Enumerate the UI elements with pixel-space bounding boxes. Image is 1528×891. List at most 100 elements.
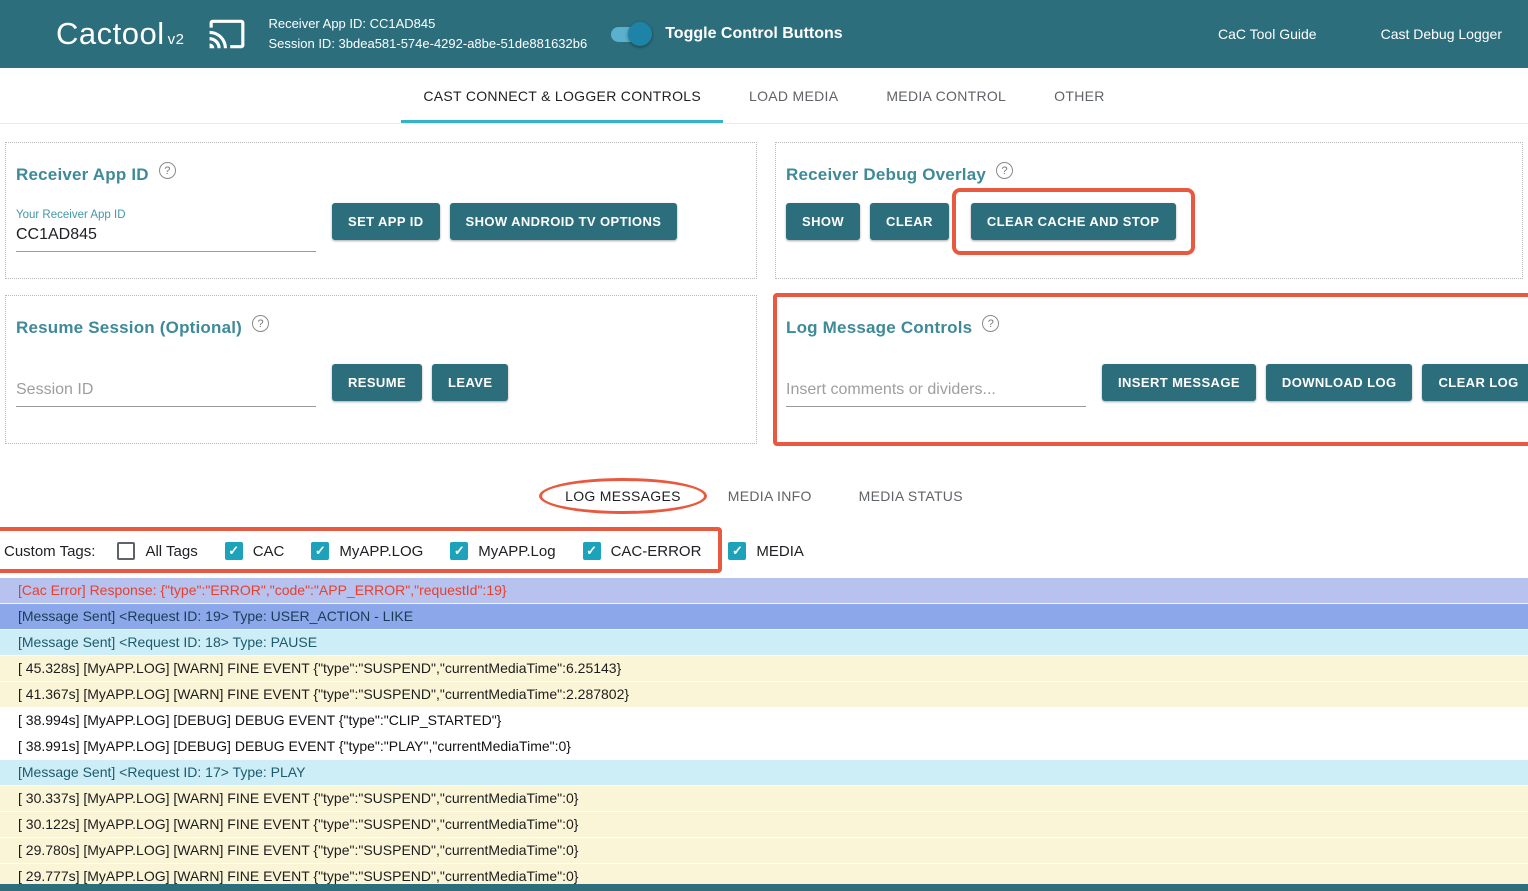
log-row[interactable]: [Message Sent] <Request ID: 17> Type: PL… <box>0 760 1528 786</box>
tab-media-control[interactable]: MEDIA CONTROL <box>886 68 1006 123</box>
receiver-debug-overlay-card: Receiver Debug Overlay ? SHOW CLEAR CLEA… <box>775 142 1523 279</box>
tag-checkbox[interactable]: ✓ <box>450 542 468 560</box>
main-tab-bar: CAST CONNECT & LOGGER CONTROLS LOAD MEDI… <box>0 68 1528 124</box>
custom-tags-label: Custom Tags: <box>4 543 95 560</box>
log-row-text: [Message Sent] <Request ID: 17> Type: PL… <box>18 764 305 780</box>
log-row-text: [Cac Error] Response: {"type":"ERROR","c… <box>18 582 507 598</box>
download-log-button[interactable]: DOWNLOAD LOG <box>1266 364 1413 401</box>
app-name: Cactool <box>56 16 165 51</box>
custom-tag[interactable]: ✓ MEDIA <box>728 542 804 560</box>
toggle-label: Toggle Control Buttons <box>665 25 842 43</box>
tag-label: CAC <box>253 543 285 560</box>
log-comment-input[interactable] <box>786 376 1086 407</box>
log-row[interactable]: [ 38.994s] [MyAPP.LOG] [DEBUG] DEBUG EVE… <box>0 708 1528 734</box>
clear-cache-and-stop-button[interactable]: CLEAR CACHE AND STOP <box>971 203 1176 240</box>
resume-session-title: Resume Session (Optional) <box>16 318 242 338</box>
controls-area: Receiver App ID ? Your Receiver App ID S… <box>0 124 1528 444</box>
tab-media-status[interactable]: MEDIA STATUS <box>859 488 963 504</box>
session-id-text: Session ID: 3bdea581-574e-4292-a8be-51de… <box>268 34 587 54</box>
tag-label: MEDIA <box>756 543 804 560</box>
receiver-app-id-field-label: Your Receiver App ID <box>16 209 316 221</box>
show-android-tv-options-button[interactable]: SHOW ANDROID TV OPTIONS <box>450 203 678 240</box>
resume-session-card: Resume Session (Optional) ? RESUME LEAVE <box>5 295 757 444</box>
tab-cast-connect-logger-controls[interactable]: CAST CONNECT & LOGGER CONTROLS <box>423 68 701 123</box>
receiver-debug-overlay-title: Receiver Debug Overlay <box>786 165 986 185</box>
log-row-text: [ 38.994s] [MyAPP.LOG] [DEBUG] DEBUG EVE… <box>18 712 501 728</box>
toggle-control-buttons: Toggle Control Buttons <box>611 25 842 43</box>
control-buttons-toggle[interactable] <box>611 27 649 42</box>
cac-tool-guide-link[interactable]: CaC Tool Guide <box>1218 26 1317 42</box>
tag-label: CAC-ERROR <box>611 543 702 560</box>
log-row-text: [ 30.122s] [MyAPP.LOG] [WARN] FINE EVENT… <box>18 816 578 832</box>
check-icon: ✓ <box>454 543 465 559</box>
log-row[interactable]: [ 30.122s] [MyAPP.LOG] [WARN] FINE EVENT… <box>0 812 1528 838</box>
check-icon: ✓ <box>732 543 743 559</box>
bottom-bar <box>0 884 1528 891</box>
log-row[interactable]: [ 45.328s] [MyAPP.LOG] [WARN] FINE EVENT… <box>0 656 1528 682</box>
show-button[interactable]: SHOW <box>786 203 860 240</box>
tag-checkbox[interactable] <box>117 542 135 560</box>
custom-tags-bar: Custom Tags: All Tags ✓ CAC ✓ MyAPP.LOG … <box>0 526 1528 576</box>
tag-label: MyAPP.Log <box>478 543 555 560</box>
clear-log-button[interactable]: CLEAR LOG <box>1422 364 1528 401</box>
log-row[interactable]: [ 30.337s] [MyAPP.LOG] [WARN] FINE EVENT… <box>0 786 1528 812</box>
leave-button[interactable]: LEAVE <box>432 364 508 401</box>
log-row-text: [ 41.367s] [MyAPP.LOG] [WARN] FINE EVENT… <box>18 686 629 702</box>
receiver-app-id-card: Receiver App ID ? Your Receiver App ID S… <box>5 142 757 279</box>
resume-button[interactable]: RESUME <box>332 364 422 401</box>
log-row-text: [ 29.780s] [MyAPP.LOG] [WARN] FINE EVENT… <box>18 842 578 858</box>
receiver-app-id-text: Receiver App ID: CC1AD845 <box>268 14 587 34</box>
log-message-controls-card: Log Message Controls ? INSERT MESSAGE DO… <box>775 295 1528 444</box>
help-icon-receiver-app-id[interactable]: ? <box>159 162 176 179</box>
log-list: [Cac Error] Response: {"type":"ERROR","c… <box>0 578 1528 890</box>
app-version: v2 <box>168 31 185 48</box>
receiver-app-id-field: Your Receiver App ID <box>16 203 316 252</box>
tab-log-messages[interactable]: LOG MESSAGES <box>565 488 681 504</box>
session-info: Receiver App ID: CC1AD845 Session ID: 3b… <box>268 14 587 54</box>
help-icon-resume-session[interactable]: ? <box>252 315 269 332</box>
log-tab-bar: LOG MESSAGES MEDIA INFO MEDIA STATUS <box>0 472 1528 520</box>
cast-debug-logger-link[interactable]: Cast Debug Logger <box>1381 26 1502 42</box>
toggle-thumb <box>628 22 652 46</box>
custom-tag[interactable]: ✓ CAC-ERROR <box>583 542 702 560</box>
log-message-controls-title: Log Message Controls <box>786 318 972 338</box>
tag-checkbox[interactable]: ✓ <box>728 542 746 560</box>
log-row[interactable]: [ 41.367s] [MyAPP.LOG] [WARN] FINE EVENT… <box>0 682 1528 708</box>
check-icon: ✓ <box>315 543 326 559</box>
custom-tags-list: All Tags ✓ CAC ✓ MyAPP.LOG ✓ MyAPP.Log ✓… <box>117 542 831 560</box>
custom-tag[interactable]: All Tags <box>117 542 197 560</box>
custom-tag[interactable]: ✓ MyAPP.Log <box>450 542 555 560</box>
tag-checkbox[interactable]: ✓ <box>583 542 601 560</box>
tab-load-media[interactable]: LOAD MEDIA <box>749 68 838 123</box>
help-icon-debug-overlay[interactable]: ? <box>996 162 1013 179</box>
header-links: CaC Tool Guide Cast Debug Logger <box>1218 26 1502 42</box>
help-icon-log-message-controls[interactable]: ? <box>982 315 999 332</box>
tag-label: MyAPP.LOG <box>339 543 423 560</box>
log-row[interactable]: [ 29.780s] [MyAPP.LOG] [WARN] FINE EVENT… <box>0 838 1528 864</box>
clear-button[interactable]: CLEAR <box>870 203 949 240</box>
custom-tag[interactable]: ✓ CAC <box>225 542 285 560</box>
receiver-app-id-title: Receiver App ID <box>16 165 149 185</box>
insert-message-button[interactable]: INSERT MESSAGE <box>1102 364 1256 401</box>
receiver-app-id-input[interactable] <box>16 221 316 252</box>
tab-media-info[interactable]: MEDIA INFO <box>728 488 812 504</box>
log-row-text: [ 29.777s] [MyAPP.LOG] [WARN] FINE EVENT… <box>18 868 578 884</box>
check-icon: ✓ <box>586 543 597 559</box>
log-row[interactable]: [Message Sent] <Request ID: 18> Type: PA… <box>0 630 1528 656</box>
log-row-text: [ 30.337s] [MyAPP.LOG] [WARN] FINE EVENT… <box>18 790 578 806</box>
log-row[interactable]: [Message Sent] <Request ID: 19> Type: US… <box>0 604 1528 630</box>
log-row-text: [Message Sent] <Request ID: 18> Type: PA… <box>18 634 317 650</box>
cast-icon <box>204 15 250 53</box>
tab-other[interactable]: OTHER <box>1054 68 1105 123</box>
log-row[interactable]: [Cac Error] Response: {"type":"ERROR","c… <box>0 578 1528 604</box>
log-row-text: [ 38.991s] [MyAPP.LOG] [DEBUG] DEBUG EVE… <box>18 738 571 754</box>
app-header: Cactoolv2 Receiver App ID: CC1AD845 Sess… <box>0 0 1528 68</box>
log-row-text: [ 45.328s] [MyAPP.LOG] [WARN] FINE EVENT… <box>18 660 621 676</box>
tag-checkbox[interactable]: ✓ <box>311 542 329 560</box>
set-app-id-button[interactable]: SET APP ID <box>332 203 440 240</box>
log-row[interactable]: [ 38.991s] [MyAPP.LOG] [DEBUG] DEBUG EVE… <box>0 734 1528 760</box>
tag-label: All Tags <box>145 543 197 560</box>
custom-tag[interactable]: ✓ MyAPP.LOG <box>311 542 423 560</box>
tag-checkbox[interactable]: ✓ <box>225 542 243 560</box>
session-id-input[interactable] <box>16 376 316 407</box>
